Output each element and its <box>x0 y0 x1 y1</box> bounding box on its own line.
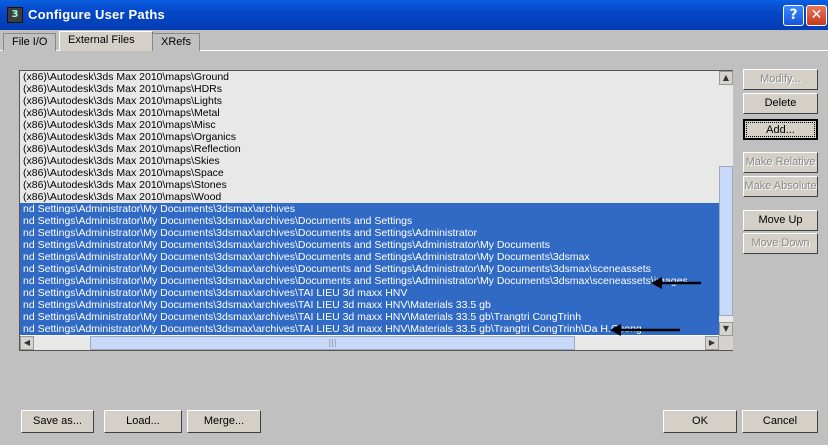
horizontal-scroll-thumb[interactable]: ||| <box>90 336 575 350</box>
path-list-item[interactable]: (x86)\Autodesk\3ds Max 2010\maps\Wood <box>20 191 720 203</box>
make-absolute-button[interactable]: Make Absolute <box>743 176 818 197</box>
modify-button[interactable]: Modify... <box>743 69 818 90</box>
paths-list-rows: (x86)\Autodesk\3ds Max 2010\maps\Ground(… <box>20 71 720 335</box>
paths-list[interactable]: (x86)\Autodesk\3ds Max 2010\maps\Ground(… <box>19 70 733 351</box>
path-list-item[interactable]: (x86)\Autodesk\3ds Max 2010\maps\Skies <box>20 155 720 167</box>
path-list-item[interactable]: (x86)\Autodesk\3ds Max 2010\maps\HDRs <box>20 83 720 95</box>
path-list-item[interactable]: nd Settings\Administrator\My Documents\3… <box>20 299 720 311</box>
path-list-item[interactable]: (x86)\Autodesk\3ds Max 2010\maps\Organic… <box>20 131 720 143</box>
window-title: Configure User Paths <box>28 7 165 22</box>
cancel-button[interactable]: Cancel <box>742 410 818 433</box>
scroll-right-icon[interactable]: ▶ <box>705 336 719 350</box>
tab-xrefs[interactable]: XRefs <box>152 33 200 51</box>
close-icon[interactable]: ✕ <box>806 5 827 26</box>
path-list-item[interactable]: nd Settings\Administrator\My Documents\3… <box>20 215 720 227</box>
path-list-item[interactable]: nd Settings\Administrator\My Documents\3… <box>20 227 720 239</box>
title-bar[interactable]: 3 Configure User Paths ? ✕ <box>0 0 828 30</box>
path-list-item[interactable]: (x86)\Autodesk\3ds Max 2010\maps\Reflect… <box>20 143 720 155</box>
path-list-item[interactable]: nd Settings\Administrator\My Documents\3… <box>20 311 720 323</box>
path-list-item[interactable]: (x86)\Autodesk\3ds Max 2010\maps\Misc <box>20 119 720 131</box>
path-list-item[interactable]: (x86)\Autodesk\3ds Max 2010\maps\Space <box>20 167 720 179</box>
tab-strip: File I/O External Files XRefs <box>0 30 828 51</box>
delete-button[interactable]: Delete <box>743 93 818 114</box>
arrow-left-icon <box>610 324 680 336</box>
path-list-item[interactable]: (x86)\Autodesk\3ds Max 2010\maps\Stones <box>20 179 720 191</box>
help-icon[interactable]: ? <box>783 5 804 26</box>
vertical-scrollbar[interactable]: ▲ ▼ <box>719 71 733 336</box>
path-list-item[interactable]: nd Settings\Administrator\My Documents\3… <box>20 275 720 287</box>
path-list-item[interactable]: nd Settings\Administrator\My Documents\3… <box>20 203 720 215</box>
move-down-button[interactable]: Move Down <box>743 233 818 254</box>
tab-external-files[interactable]: External Files <box>59 31 153 51</box>
scroll-corner <box>719 336 733 350</box>
vertical-scroll-thumb[interactable] <box>719 166 733 316</box>
scroll-down-icon[interactable]: ▼ <box>719 322 733 336</box>
load-button[interactable]: Load... <box>104 410 182 433</box>
3ds-max-icon: 3 <box>7 7 23 23</box>
path-list-item[interactable]: nd Settings\Administrator\My Documents\3… <box>20 251 720 263</box>
horizontal-scrollbar[interactable]: ◀ ||| ▶ <box>20 336 719 350</box>
path-list-item[interactable]: nd Settings\Administrator\My Documents\3… <box>20 239 720 251</box>
scroll-up-icon[interactable]: ▲ <box>719 71 733 85</box>
path-list-item[interactable]: (x86)\Autodesk\3ds Max 2010\maps\Lights <box>20 95 720 107</box>
path-list-item[interactable]: (x86)\Autodesk\3ds Max 2010\maps\Ground <box>20 71 720 83</box>
path-list-item[interactable]: (x86)\Autodesk\3ds Max 2010\maps\Metal <box>20 107 720 119</box>
make-relative-button[interactable]: Make Relative <box>743 152 818 173</box>
configure-user-paths-dialog: 3 Configure User Paths ? ✕ File I/O Exte… <box>0 0 828 445</box>
path-list-item[interactable]: nd Settings\Administrator\My Documents\3… <box>20 287 720 299</box>
scroll-left-icon[interactable]: ◀ <box>20 336 34 350</box>
merge-button[interactable]: Merge... <box>187 410 261 433</box>
move-up-button[interactable]: Move Up <box>743 210 818 231</box>
path-list-item[interactable]: nd Settings\Administrator\My Documents\3… <box>20 263 720 275</box>
add-button[interactable]: Add... <box>743 119 818 140</box>
arrow-left-icon <box>651 277 701 289</box>
save-as-button[interactable]: Save as... <box>21 410 94 433</box>
tab-file-io[interactable]: File I/O <box>3 33 57 51</box>
ok-button[interactable]: OK <box>663 410 737 433</box>
